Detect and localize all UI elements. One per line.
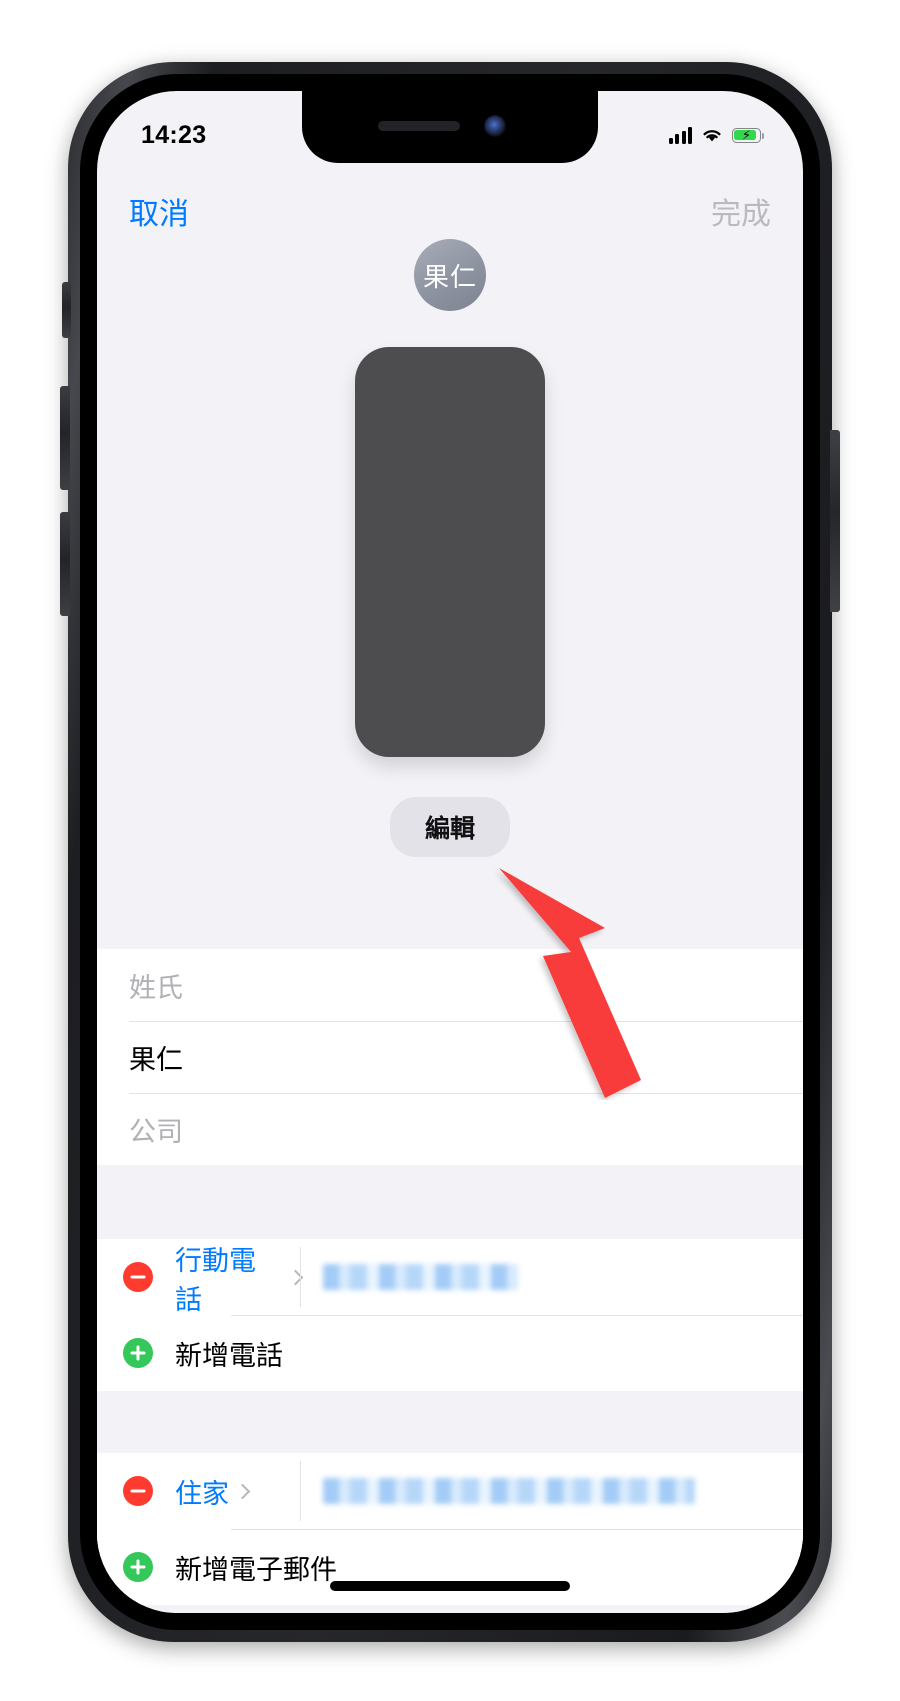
power-button[interactable]: [830, 430, 840, 612]
earpiece-speaker-icon: [378, 121, 460, 131]
email-value-cell[interactable]: [301, 1478, 803, 1504]
mute-switch-button[interactable]: [62, 282, 71, 338]
name-field-group: 姓氏 果仁 公司: [97, 949, 803, 1165]
done-button[interactable]: 完成: [711, 189, 771, 233]
email-label-cell[interactable]: 住家: [175, 1453, 301, 1529]
chevron-right-icon: [234, 1483, 251, 1499]
cancel-button[interactable]: 取消: [129, 189, 189, 233]
phone-field-group: 行動電話 新增電話: [97, 1239, 803, 1391]
front-camera-icon: [484, 115, 506, 137]
chevron-right-icon: [287, 1269, 304, 1285]
add-email-label: 新增電子郵件: [175, 1554, 337, 1585]
add-phone-icon[interactable]: [123, 1338, 153, 1368]
contact-edit-form: 姓氏 果仁 公司 行動電話 新增電話 住家 新增電子郵件: [97, 949, 803, 1613]
redacted-phone-value: [323, 1264, 518, 1290]
phone-label-cell[interactable]: 行動電話: [175, 1239, 304, 1315]
remove-email-icon[interactable]: [123, 1476, 153, 1506]
add-email-icon[interactable]: [123, 1552, 153, 1582]
add-phone-label: 新增電話: [175, 1340, 283, 1371]
email-row[interactable]: 住家: [97, 1453, 803, 1529]
first-name-field[interactable]: 果仁: [97, 1021, 803, 1093]
battery-charging-icon: ⚡: [732, 127, 765, 143]
wifi-icon: [703, 130, 721, 142]
volume-up-button[interactable]: [60, 386, 70, 490]
section-separator: [97, 1391, 803, 1453]
contact-photo-preview[interactable]: [355, 347, 545, 757]
add-email-row[interactable]: 新增電子郵件: [97, 1529, 803, 1605]
home-indicator[interactable]: [330, 1581, 570, 1591]
display-notch: [302, 91, 598, 163]
phone-row[interactable]: 行動電話: [97, 1239, 803, 1315]
navigation-bar: 取消 完成: [97, 183, 803, 239]
cellular-bars-icon: [668, 126, 692, 144]
edit-photo-button[interactable]: 編輯: [390, 797, 510, 857]
company-field[interactable]: 公司: [97, 1093, 803, 1165]
section-separator: [97, 1165, 803, 1239]
last-name-field[interactable]: 姓氏: [97, 949, 803, 1021]
redacted-email-value: [323, 1478, 695, 1504]
avatar[interactable]: 果仁: [414, 239, 486, 311]
phone-value-cell[interactable]: [301, 1264, 803, 1290]
status-bar-clock: 14:23: [141, 120, 207, 149]
company-placeholder: 公司: [129, 1116, 183, 1147]
first-name-value: 果仁: [129, 1044, 183, 1075]
contact-photo-header: 果仁 編輯: [97, 239, 803, 949]
remove-phone-icon[interactable]: [123, 1262, 153, 1292]
phone-screen: 14:23 ⚡ 取消 完成 果仁 編輯 姓氏 果仁 公司 行動電話 新增電話 住…: [97, 91, 803, 1613]
add-phone-row[interactable]: 新增電話: [97, 1315, 803, 1391]
volume-down-button[interactable]: [60, 512, 70, 616]
charging-bolt-icon: ⚡: [741, 127, 752, 143]
status-bar-indicators: ⚡: [668, 126, 765, 144]
email-label: 住家: [175, 1479, 229, 1509]
last-name-placeholder: 姓氏: [129, 972, 183, 1003]
phone-label: 行動電話: [175, 1245, 256, 1315]
